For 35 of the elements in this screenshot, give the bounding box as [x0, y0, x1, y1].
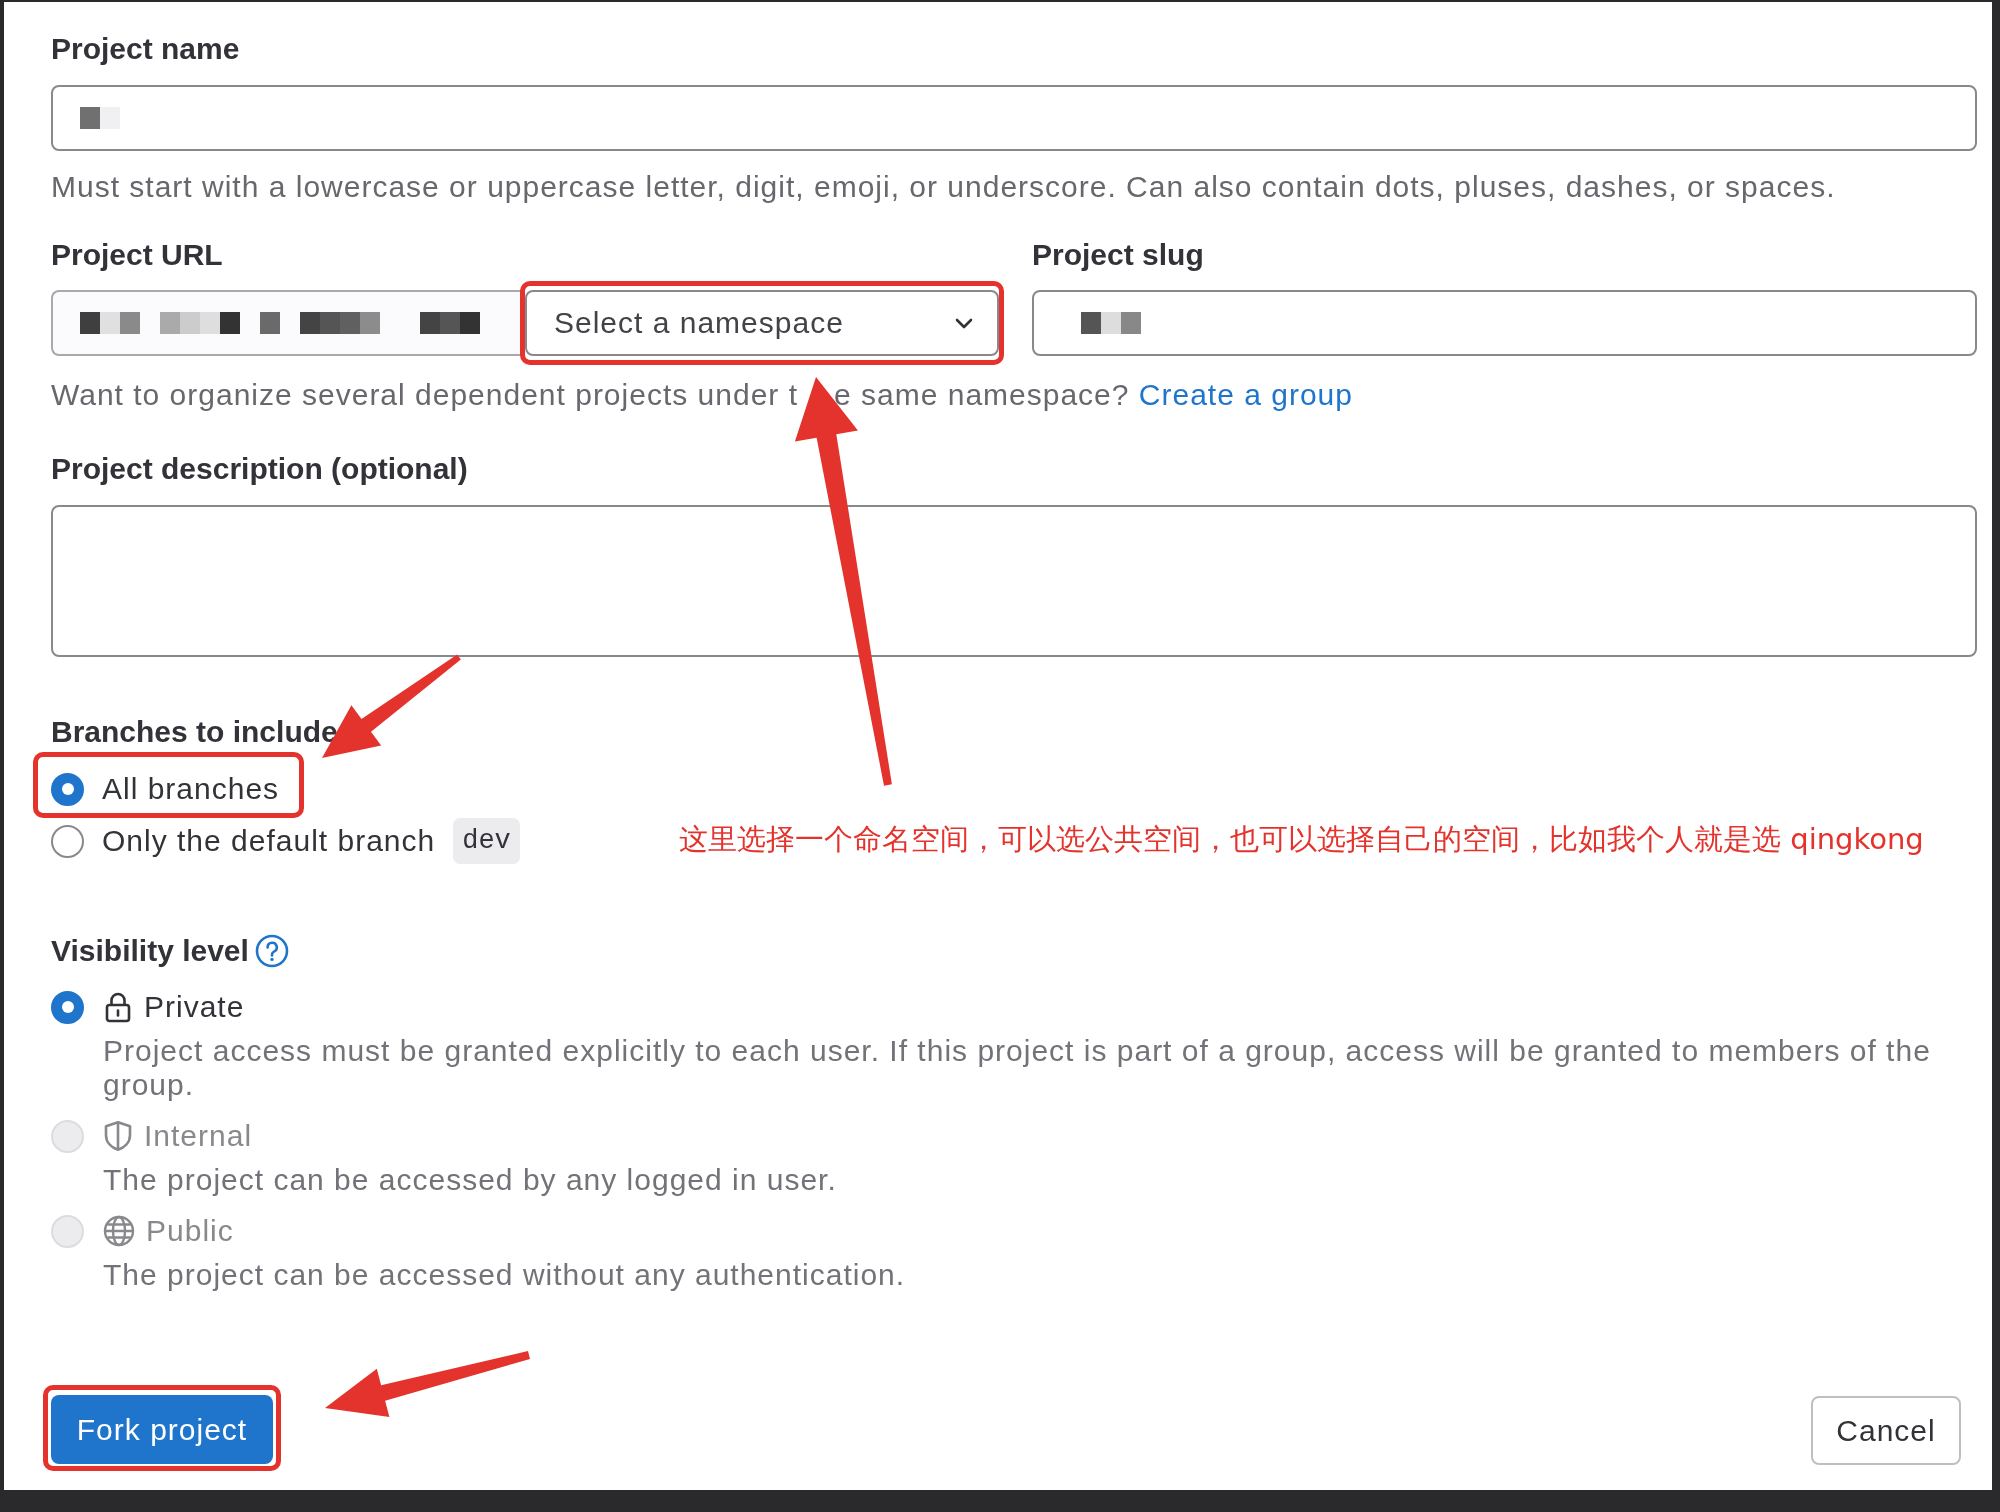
radio-label: Internal	[144, 1118, 253, 1154]
shield-icon	[103, 1120, 133, 1152]
cancel-button[interactable]: Cancel	[1811, 1396, 1961, 1465]
field-label: Visibility level	[51, 933, 249, 969]
help-text: Want to organize several dependent projects under t e same namespace? Create a group	[51, 377, 1354, 413]
pixelated-redaction	[1081, 312, 1141, 334]
radio-button[interactable]	[51, 772, 84, 806]
field-label: Project name	[51, 31, 241, 67]
field-label: Project URL	[51, 237, 224, 273]
field-label: Branches to include	[51, 714, 339, 750]
text-input[interactable]	[1032, 290, 1977, 356]
option-description: The project can be accessed without any authentication.	[103, 1258, 907, 1292]
lock-icon	[103, 991, 133, 1023]
radio-button[interactable]	[51, 990, 84, 1024]
option-description: The project can be accessed by any logged in user.	[103, 1163, 838, 1197]
help-icon[interactable]	[254, 934, 289, 968]
radio-button[interactable]	[51, 824, 84, 858]
globe-icon	[103, 1215, 135, 1247]
radio-label: All branches	[102, 771, 280, 807]
description-textarea[interactable]	[51, 505, 1977, 657]
radio-label: Only the default branch	[102, 823, 436, 859]
option-description: Project access must be granted explicitly to each user. If this project is part of a group, access will be granted to members of the group.	[103, 1034, 1932, 1102]
branch-name-badge: dev	[453, 818, 520, 864]
pixelated-redaction	[80, 107, 120, 129]
fork-button[interactable]: Fork project	[51, 1395, 273, 1464]
create-group-link[interactable]: Create a group	[1138, 378, 1353, 411]
field-label: Project slug	[1032, 237, 1205, 273]
radio-label: Public	[146, 1213, 234, 1249]
chevron-down-icon	[955, 317, 973, 329]
radio-label: Private	[144, 989, 245, 1025]
help-text: Must start with a lowercase or uppercase letter, digit, emoji, or underscore. Can also contain dots, pluses, dashes, or spaces.	[51, 169, 1837, 205]
annotation-text: 这里选择一个命名空间，可以选公共空间，也可以选择自己的空间，比如我个人就是选 qingkong	[679, 822, 1924, 856]
text-input[interactable]	[51, 85, 1977, 151]
field-label: Project description (optional)	[51, 451, 469, 487]
namespace-dropdown[interactable]: Select a namespace	[525, 290, 999, 356]
